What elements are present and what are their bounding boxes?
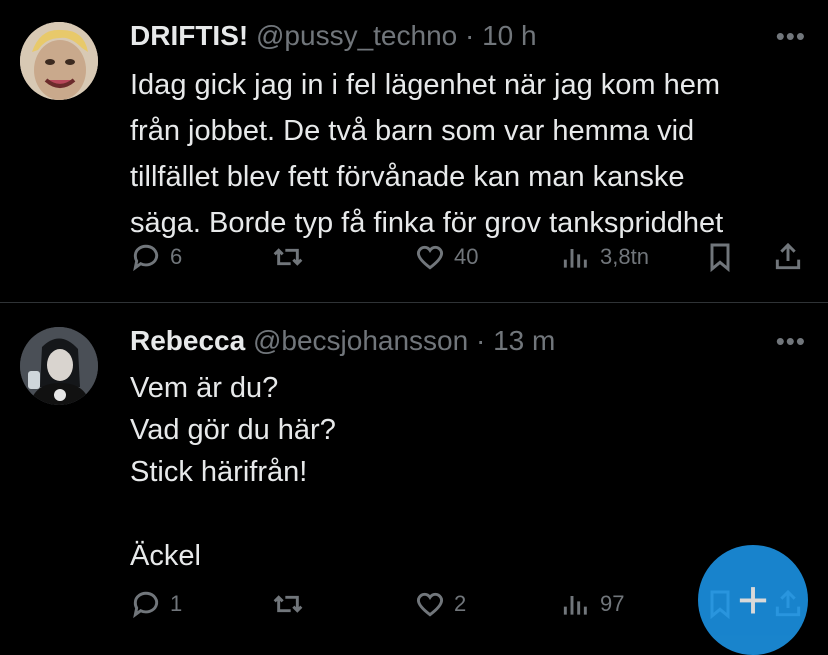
reply-button[interactable]: 6 [130, 240, 182, 274]
reply-count: 6 [170, 244, 183, 269]
like-button[interactable]: 40 [414, 240, 478, 274]
heart-icon [416, 245, 444, 270]
display-name[interactable]: DRIFTIS! [130, 20, 248, 51]
retweet-button[interactable] [272, 587, 312, 621]
avatar[interactable] [20, 22, 98, 100]
retweet-icon [273, 595, 303, 613]
tweet-text: Idag gick jag in i fel lägenhet när jag … [130, 69, 724, 239]
share-button[interactable] [772, 240, 804, 274]
views-button[interactable]: 97 [560, 587, 624, 621]
tweet-header: DRIFTIS! @pussy_techno · 10 h [130, 20, 537, 52]
views-button[interactable]: 3,8tn [560, 240, 649, 274]
avatar-image [20, 22, 98, 100]
avatar[interactable] [20, 327, 98, 405]
retweet-icon [273, 248, 303, 266]
plus-icon: + [737, 570, 769, 630]
tweet[interactable]: DRIFTIS! @pussy_techno · 10 h ••• Idag g… [0, 0, 828, 303]
like-count: 40 [454, 244, 479, 269]
user-handle[interactable]: @pussy_techno [256, 20, 457, 51]
user-handle[interactable]: @becsjohansson [253, 325, 468, 356]
display-name[interactable]: Rebecca [130, 325, 245, 356]
share-icon [775, 242, 801, 270]
avatar-image [20, 327, 98, 405]
views-count: 3,8tn [600, 244, 649, 269]
views-icon [563, 596, 587, 615]
reply-count: 1 [170, 591, 183, 616]
bookmark-icon [710, 243, 730, 273]
more-options-icon[interactable]: ••• [776, 23, 806, 49]
retweet-button[interactable] [272, 240, 312, 274]
like-button[interactable]: 2 [414, 587, 466, 621]
tweet-header: Rebecca @becsjohansson · 13 m [130, 325, 555, 357]
reply-button[interactable]: 1 [130, 587, 182, 621]
tweet-text: Vem är du? Vad gör du här? Stick härifrå… [130, 372, 336, 572]
like-count: 2 [454, 591, 467, 616]
compose-button[interactable]: + [698, 545, 808, 655]
views-count: 97 [600, 591, 625, 616]
views-icon [563, 249, 587, 268]
reply-icon [133, 591, 159, 619]
timestamp[interactable]: 10 h [482, 20, 537, 51]
heart-icon [416, 592, 444, 617]
timestamp[interactable]: 13 m [493, 325, 555, 356]
separator-dot: · [465, 20, 475, 51]
bookmark-button[interactable] [704, 240, 736, 274]
separator-dot: · [475, 325, 486, 356]
reply-icon [133, 244, 159, 272]
more-options-icon[interactable]: ••• [776, 328, 806, 354]
